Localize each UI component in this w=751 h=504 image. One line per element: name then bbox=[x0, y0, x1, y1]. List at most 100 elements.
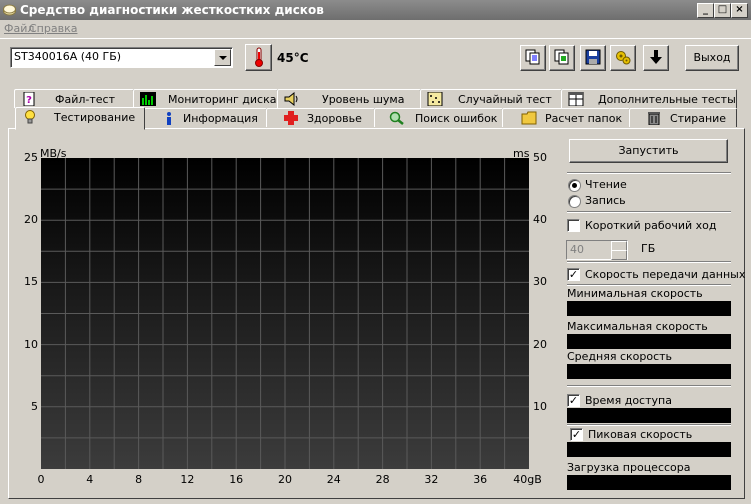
tab-random-test[interactable]: Случайный тест bbox=[420, 89, 562, 108]
tab-benchmark[interactable]: Тестирование bbox=[15, 107, 145, 130]
temperature-button[interactable] bbox=[245, 44, 272, 71]
window-title: Средство диагностики жесткостких дисков bbox=[20, 3, 324, 17]
write-radio[interactable] bbox=[568, 195, 581, 208]
burst-rate-checkbox[interactable]: ✓ bbox=[570, 428, 583, 441]
tab-file-test[interactable]: ? Файл-тест bbox=[14, 89, 134, 108]
menu-help[interactable]: Справка bbox=[29, 22, 77, 35]
trash-icon bbox=[648, 112, 660, 125]
close-button[interactable]: × bbox=[731, 3, 748, 18]
gears-icon bbox=[616, 51, 631, 65]
tab-label: Уровень шума bbox=[322, 93, 405, 106]
access-time-value bbox=[567, 408, 731, 423]
y-right-tick-label: 40 bbox=[533, 213, 547, 227]
copy-image-button[interactable] bbox=[549, 45, 575, 71]
copy-text-button[interactable] bbox=[520, 45, 546, 71]
tab-label: Расчет папок bbox=[545, 112, 623, 125]
short-stroke-label: Короткий рабочий ход bbox=[585, 219, 717, 232]
folder-icon bbox=[521, 111, 537, 125]
floppy-disk-icon bbox=[585, 49, 601, 65]
y-left-tick-label: 25 bbox=[24, 151, 38, 164]
y-left-tick-label: 10 bbox=[24, 337, 38, 351]
download-button[interactable] bbox=[643, 45, 669, 71]
x-tick-label: 24 bbox=[326, 473, 341, 486]
burst-rate-label: Пиковая скорость bbox=[588, 428, 693, 441]
drive-select[interactable]: ST340016A (40 ГБ) bbox=[10, 47, 233, 68]
info-icon bbox=[167, 112, 171, 125]
y-right-tick-label: 10 bbox=[533, 399, 547, 413]
tab-label: Тестирование bbox=[54, 111, 136, 124]
y-left-tick-label: 15 bbox=[24, 275, 38, 289]
tab-info[interactable]: Информация bbox=[144, 108, 267, 127]
temperature-value: 45°C bbox=[277, 51, 309, 65]
tab-disk-monitor[interactable]: Мониторинг диска bbox=[133, 89, 278, 108]
x-tick-label: 28 bbox=[375, 473, 390, 486]
thermometer-icon bbox=[254, 47, 263, 67]
max-speed-label: Максимальная скорость bbox=[567, 320, 708, 333]
magnifier-icon bbox=[389, 111, 404, 125]
menu-bar: Файл Справка bbox=[0, 20, 751, 38]
read-label: Чтение bbox=[585, 178, 627, 191]
spin-down-arrow[interactable] bbox=[611, 250, 627, 260]
tab-error-scan[interactable]: Поиск ошибок bbox=[374, 108, 503, 127]
tab-erase[interactable]: Стирание bbox=[629, 108, 737, 127]
calendar-icon bbox=[568, 92, 584, 106]
svg-text:?: ? bbox=[26, 95, 32, 106]
y-left-tick-label: 5 bbox=[31, 399, 38, 413]
separator bbox=[567, 284, 731, 286]
tab-label: Поиск ошибок bbox=[415, 112, 498, 125]
arrow-down-icon bbox=[650, 50, 662, 64]
app-icon bbox=[3, 4, 16, 16]
separator bbox=[567, 424, 731, 426]
min-speed-value bbox=[567, 301, 731, 316]
x-tick-label: 0 bbox=[37, 473, 45, 486]
copy-image-icon bbox=[554, 49, 569, 65]
options-button[interactable] bbox=[610, 45, 636, 71]
bar-graph-icon bbox=[140, 92, 156, 106]
tab-label: Стирание bbox=[670, 112, 727, 125]
minimize-button[interactable]: _ bbox=[697, 3, 714, 18]
chart-grid bbox=[41, 158, 529, 469]
access-time-label: Время доступа bbox=[585, 394, 672, 407]
y-right-tick-label: 50 bbox=[533, 151, 547, 164]
x-tick-label: 16 bbox=[229, 473, 244, 486]
min-speed-label: Минимальная скорость bbox=[567, 287, 703, 300]
dots-grid-icon bbox=[427, 92, 443, 106]
separator bbox=[567, 172, 731, 174]
start-button[interactable]: Запустить bbox=[569, 139, 728, 163]
chevron-down-icon[interactable] bbox=[214, 49, 231, 66]
maximize-button[interactable]: □ bbox=[714, 3, 731, 18]
tab-label: Мониторинг диска bbox=[168, 93, 277, 106]
red-cross-icon bbox=[284, 111, 298, 125]
x-tick-label: 20 bbox=[278, 473, 292, 486]
transfer-rate-checkbox[interactable]: ✓ bbox=[567, 268, 580, 281]
cpu-usage-label: Загрузка процессора bbox=[567, 461, 691, 474]
avg-speed-label: Средняя скорость bbox=[567, 350, 673, 363]
tab-noise-level[interactable]: Уровень шума bbox=[277, 89, 421, 108]
access-time-checkbox[interactable]: ✓ bbox=[567, 394, 580, 407]
x-tick-label: 40gB bbox=[513, 473, 542, 486]
gb-label: ГБ bbox=[641, 242, 656, 255]
x-tick-label: 12 bbox=[180, 473, 195, 486]
exit-button[interactable]: Выход bbox=[685, 45, 739, 71]
avg-speed-value bbox=[567, 364, 731, 379]
drive-select-value: ST340016A (40 ГБ) bbox=[14, 50, 122, 63]
write-label: Запись bbox=[585, 194, 626, 207]
menu-separator bbox=[0, 38, 751, 39]
save-button[interactable] bbox=[580, 45, 606, 71]
tab-label: Случайный тест bbox=[458, 93, 552, 106]
y-left-tick-label: 20 bbox=[24, 213, 38, 227]
short-stroke-spinner[interactable]: 40 bbox=[566, 240, 628, 260]
x-tick-label: 36 bbox=[473, 473, 488, 486]
read-radio[interactable] bbox=[568, 179, 581, 192]
short-stroke-checkbox[interactable] bbox=[567, 219, 580, 232]
tab-label: Файл-тест bbox=[55, 93, 115, 106]
tab-extra-tests[interactable]: Дополнительные тесты bbox=[561, 89, 737, 108]
tab-label: Здоровье bbox=[307, 112, 362, 125]
separator bbox=[567, 261, 731, 263]
short-stroke-value: 40 bbox=[570, 243, 584, 256]
tab-health[interactable]: Здоровье bbox=[266, 108, 375, 127]
x-tick-label: 32 bbox=[424, 473, 439, 486]
title-bar: Средство диагностики жесткостких дисков … bbox=[0, 0, 751, 20]
x-tick-label: 8 bbox=[135, 473, 143, 486]
tab-folder-usage[interactable]: Расчет папок bbox=[502, 108, 630, 127]
